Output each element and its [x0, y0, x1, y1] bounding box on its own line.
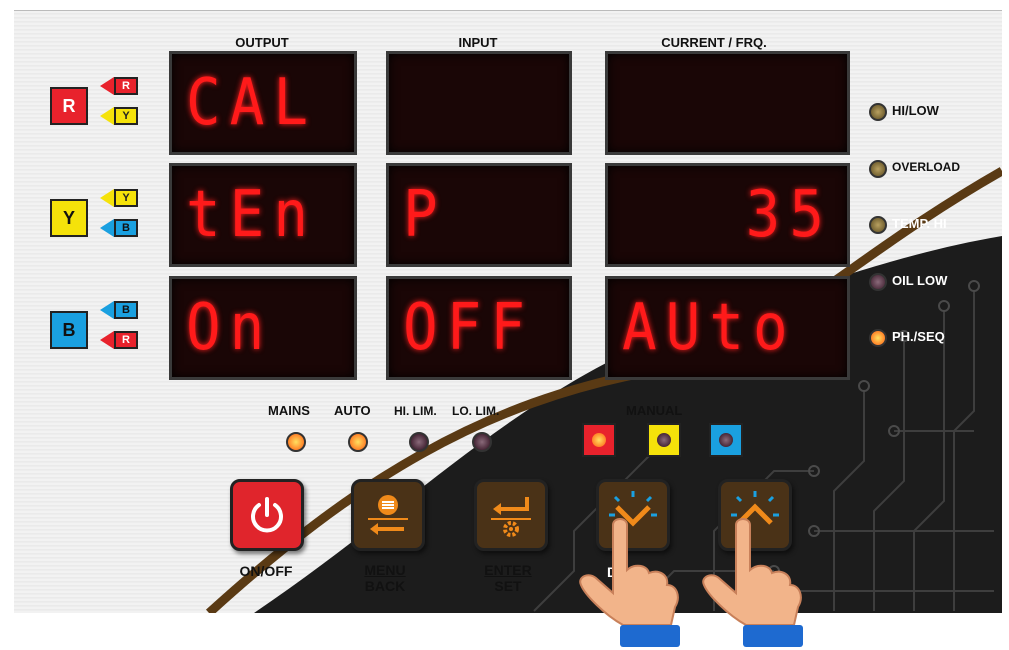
auto-label: AUTO	[334, 403, 371, 418]
manual-y-indicator	[647, 423, 681, 457]
menu-text: MENU	[364, 562, 406, 578]
hi-lim-indicator	[409, 432, 429, 452]
hi-low-label: HI/LOW	[892, 103, 939, 118]
ph-seq-label: PH./SEQ	[892, 329, 945, 344]
display-r-current-text	[643, 54, 833, 152]
overload-label: OVERLOAD	[892, 160, 961, 174]
phase-b-bottom-tag: R	[114, 331, 138, 349]
lo-lim-indicator	[472, 432, 492, 452]
phase-y-badge: Y	[50, 199, 88, 237]
display-y-current: 35	[605, 163, 850, 267]
enter-set-icon	[491, 497, 531, 537]
hi-lim-label: HI. LIM.	[394, 404, 437, 418]
display-r-output: CAL	[169, 51, 357, 155]
display-b-output: On	[169, 276, 357, 380]
set-text: SET	[494, 578, 522, 594]
overload-indicator	[869, 160, 887, 178]
display-b-output-text: On	[186, 291, 274, 365]
on-off-label: ON/OFF	[239, 563, 293, 579]
oil-low-label: OIL LOW	[892, 273, 948, 288]
pointing-hand-icon-2	[702, 518, 803, 647]
enter-set-button[interactable]	[474, 479, 548, 551]
display-y-input: P	[386, 163, 572, 267]
phase-b-bottom-arrow	[100, 331, 114, 349]
temp-hi-indicator	[869, 216, 887, 234]
ph-seq-indicator	[869, 329, 887, 347]
oil-low-indicator	[869, 273, 887, 291]
temp-hi-label: TEMP. HI	[892, 216, 947, 231]
display-r-input-text	[403, 54, 540, 152]
display-y-input-text: P	[403, 178, 447, 252]
display-y-current-text: 35	[745, 178, 833, 252]
phase-y-top-arrow	[100, 189, 114, 207]
header-current-frq: CURRENT / FRQ.	[661, 35, 767, 50]
manual-label: MANUAL	[626, 403, 683, 418]
auto-indicator	[348, 432, 368, 452]
lo-lim-label: LO. LIM.	[452, 404, 500, 418]
hi-low-indicator	[869, 103, 887, 121]
phase-r-bottom-tag: Y	[114, 107, 138, 125]
power-icon	[251, 497, 283, 533]
phase-b-top-tag: B	[114, 301, 138, 319]
phase-r-bottom-arrow	[100, 107, 114, 125]
mains-label: MAINS	[268, 403, 310, 418]
display-r-current	[605, 51, 850, 155]
on-off-button[interactable]	[230, 479, 304, 551]
pointing-hand-icon	[579, 518, 680, 647]
display-b-current: AUto	[605, 276, 850, 380]
enter-set-label: ENTER SET	[472, 562, 544, 594]
menu-back-icon	[368, 495, 408, 535]
display-b-current-text: AUto	[622, 291, 797, 365]
mains-indicator	[286, 432, 306, 452]
manual-r-indicator	[582, 423, 616, 457]
manual-b-indicator	[709, 423, 743, 457]
phase-y-top-tag: Y	[114, 189, 138, 207]
display-y-output-text: tEn	[186, 178, 318, 252]
back-text: BACK	[364, 578, 406, 594]
menu-back-label: MENU BACK	[350, 562, 420, 594]
phase-r-badge: R	[50, 87, 88, 125]
phase-b-badge: B	[50, 311, 88, 349]
phase-r-top-tag: R	[114, 77, 138, 95]
phase-b-top-arrow	[100, 301, 114, 319]
menu-back-button[interactable]	[351, 479, 425, 551]
display-r-output-text: CAL	[186, 66, 318, 140]
display-b-input-text: OFF	[403, 291, 535, 365]
enter-text: ENTER	[484, 562, 532, 578]
header-input: INPUT	[458, 35, 498, 50]
phase-y-bottom-arrow	[100, 219, 114, 237]
display-b-input: OFF	[386, 276, 572, 380]
controller-panel: OUTPUT INPUT CURRENT / FRQ. R R Y Y Y B …	[14, 10, 1002, 613]
display-y-output: tEn	[169, 163, 357, 267]
phase-y-bottom-tag: B	[114, 219, 138, 237]
phase-r-top-arrow	[100, 77, 114, 95]
header-output: OUTPUT	[235, 35, 289, 50]
display-r-input	[386, 51, 572, 155]
